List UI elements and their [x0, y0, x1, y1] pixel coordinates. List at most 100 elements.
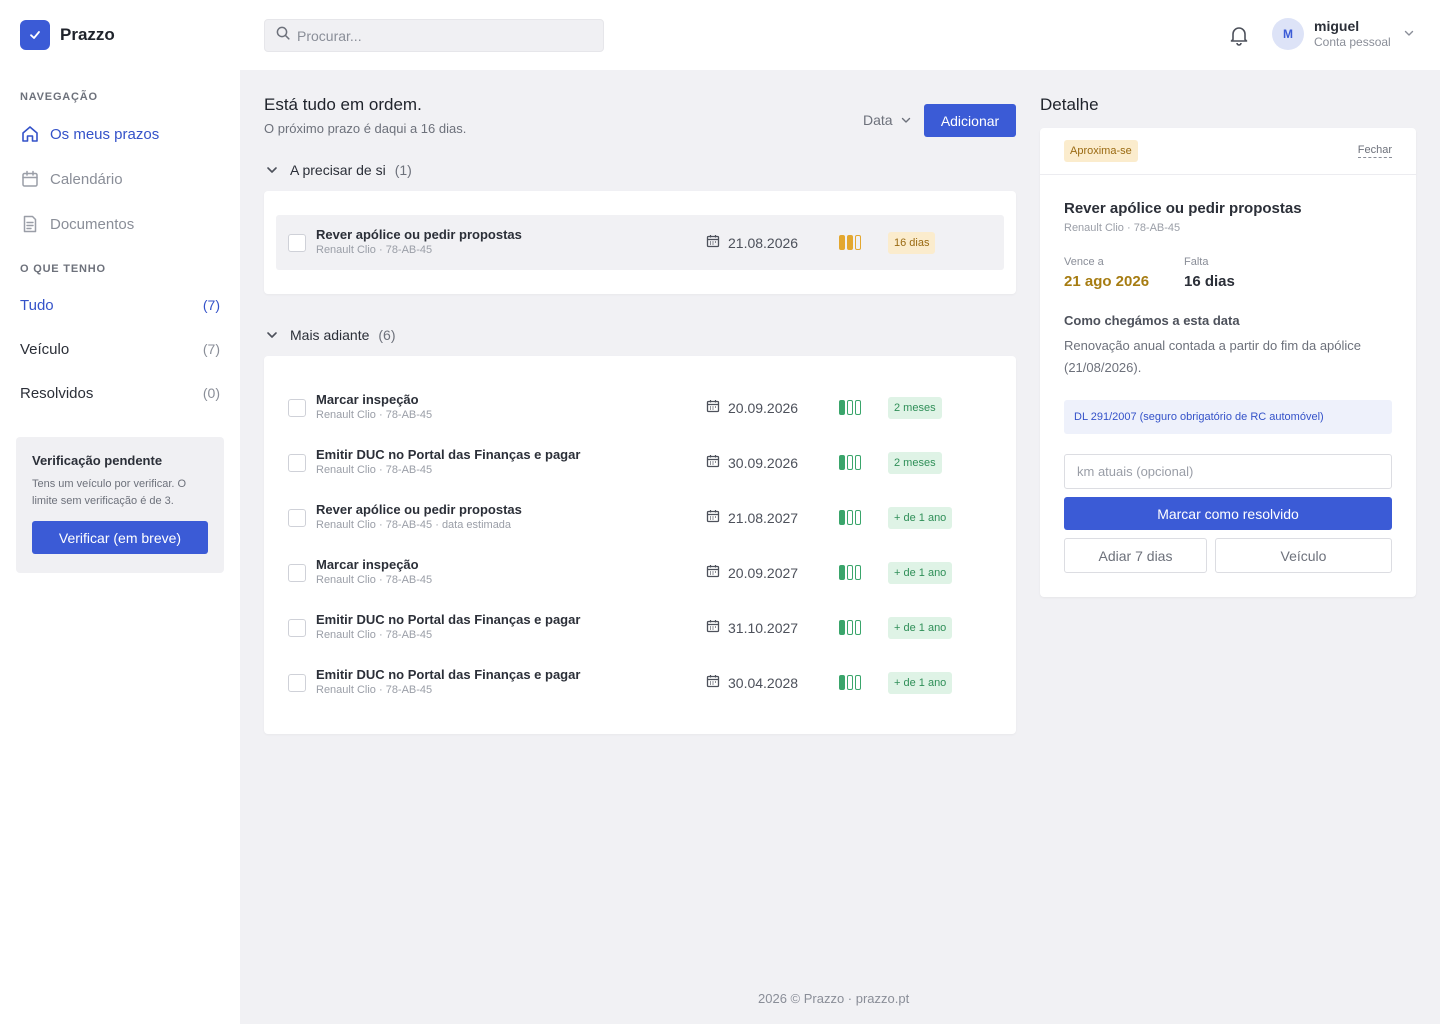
- km-input[interactable]: [1064, 454, 1392, 489]
- status-badge: Aproxima-se: [1064, 140, 1138, 162]
- urgency-segment: [855, 565, 861, 580]
- urgency-segment: [855, 235, 861, 250]
- urgency-indicator: [839, 675, 863, 690]
- sort-dropdown[interactable]: Data: [863, 112, 912, 128]
- group-header-later[interactable]: Mais adiante (6): [266, 327, 396, 343]
- verification-text: Tens um veículo por verificar. O limite …: [32, 478, 187, 507]
- group-header-needs-you[interactable]: A precisar de si (1): [266, 162, 412, 178]
- top-bar: Prazzo M miguel Conta pessoal: [0, 0, 1440, 70]
- search-input[interactable]: [297, 27, 587, 44]
- deadline-date: 30.04.2028: [706, 674, 798, 691]
- document-icon: [20, 214, 40, 234]
- urgency-indicator: [839, 620, 863, 635]
- complete-checkbox[interactable]: [288, 234, 306, 252]
- close-link[interactable]: Fechar: [1357, 144, 1392, 158]
- sidebar-item-my-deadlines[interactable]: Os meus prazos: [20, 124, 159, 144]
- deadline-date-text: 20.09.2027: [728, 564, 799, 581]
- bell-icon[interactable]: [1228, 24, 1250, 51]
- deadline-row[interactable]: Emitir DUC no Portal das Finanças e paga…: [276, 600, 1004, 655]
- complete-checkbox[interactable]: [288, 509, 306, 527]
- group-label: A precisar de si: [290, 162, 386, 178]
- deadline-row[interactable]: Emitir DUC no Portal das Finanças e paga…: [276, 435, 1004, 490]
- deadline-date: 20.09.2026: [706, 399, 798, 416]
- filter-resolved[interactable]: Resolvidos (0): [20, 385, 220, 402]
- complete-checkbox[interactable]: [288, 454, 306, 472]
- urgency-segment: [839, 455, 845, 470]
- detail-title: Rever apólice ou pedir propostas: [1064, 200, 1302, 217]
- filter-vehicle[interactable]: Veículo (7): [20, 341, 220, 358]
- time-left-badge: + de 1 ano: [888, 507, 953, 529]
- complete-checkbox[interactable]: [288, 564, 306, 582]
- deadline-subtitle: Renault Clio · 78-AB-45: [316, 574, 433, 586]
- deadline-row[interactable]: Rever apólice ou pedir propostas Renault …: [276, 490, 1004, 545]
- complete-checkbox[interactable]: [288, 674, 306, 692]
- deadline-row[interactable]: Marcar inspeção Renault Clio · 78-AB-45 20…: [276, 545, 1004, 600]
- user-info: miguel Conta pessoal: [1314, 17, 1391, 50]
- calendar-icon: [20, 169, 40, 189]
- filter-label: Resolvidos: [20, 385, 94, 402]
- detail-subtitle: Renault Clio · 78-AB-45: [1064, 222, 1181, 234]
- time-left-badge: + de 1 ano: [888, 672, 953, 694]
- detail-heading: Detalhe: [1040, 95, 1099, 114]
- urgency-segment: [839, 235, 845, 250]
- sidebar-item-documents[interactable]: Documentos: [20, 214, 134, 234]
- check-icon: [20, 20, 50, 50]
- urgency-segment: [855, 510, 861, 525]
- deadline-title: Rever apólice ou pedir propostas: [316, 502, 522, 517]
- verify-button[interactable]: Verificar (em breve): [32, 521, 208, 554]
- page-title: Está tudo em ordem.: [264, 95, 422, 114]
- group-label: Mais adiante: [290, 327, 370, 343]
- filter-all[interactable]: Tudo (7): [20, 297, 220, 314]
- urgency-segment: [847, 565, 853, 580]
- urgency-segment: [855, 455, 861, 470]
- deadline-subtitle: Renault Clio · 78-AB-45: [316, 684, 433, 696]
- calendar-icon: [706, 234, 728, 251]
- urgency-segment: [847, 620, 853, 635]
- deadline-title: Marcar inspeção: [316, 557, 419, 572]
- sidebar-item-calendar[interactable]: Calendário: [20, 169, 123, 189]
- app-logo[interactable]: Prazzo: [20, 20, 115, 50]
- group-count: (6): [378, 327, 396, 343]
- calendar-icon: [706, 509, 728, 526]
- time-left-badge: 16 dias: [888, 232, 936, 254]
- urgency-segment: [839, 675, 845, 690]
- user-account: Conta pessoal: [1314, 35, 1391, 49]
- group-card-later: Marcar inspeção Renault Clio · 78-AB-45 20…: [264, 356, 1016, 734]
- deadline-subtitle: Renault Clio · 78-AB-45 · data estimada: [316, 519, 512, 531]
- home-icon: [20, 124, 40, 144]
- search-icon: [276, 26, 290, 45]
- filter-count: (7): [202, 297, 220, 313]
- search-box[interactable]: [264, 19, 604, 52]
- user-name: miguel: [1314, 18, 1360, 34]
- complete-checkbox[interactable]: [288, 619, 306, 637]
- vehicle-button[interactable]: Veículo: [1215, 538, 1392, 573]
- deadline-title: Rever apólice ou pedir propostas: [316, 227, 522, 242]
- urgency-segment: [839, 400, 845, 415]
- deadline-date-text: 21.08.2026: [728, 234, 799, 251]
- deadline-row[interactable]: Rever apólice ou pedir propostas Renault …: [276, 215, 1004, 270]
- chevron-down-icon: [901, 117, 910, 123]
- deadline-date-text: 20.09.2026: [728, 399, 799, 416]
- add-button[interactable]: Adicionar: [924, 104, 1016, 137]
- explanation-text: Renovação anual contada a partir do fim …: [1064, 338, 1362, 375]
- deadline-subtitle: Renault Clio · 78-AB-45: [316, 244, 433, 256]
- postpone-button[interactable]: Adiar 7 dias: [1064, 538, 1207, 573]
- law-reference-link[interactable]: DL 291/2007 (seguro obrigatório de RC au…: [1064, 400, 1392, 434]
- time-left-badge: 2 meses: [888, 397, 942, 419]
- verification-title: Verificação pendente: [32, 453, 163, 468]
- chevron-down-icon: [1403, 26, 1415, 44]
- time-left-badge: + de 1 ano: [888, 617, 953, 639]
- urgency-segment: [847, 455, 853, 470]
- deadline-row[interactable]: Marcar inspeção Renault Clio · 78-AB-45 20…: [276, 380, 1004, 435]
- deadline-row[interactable]: Emitir DUC no Portal das Finanças e paga…: [276, 655, 1004, 710]
- urgency-segment: [839, 510, 845, 525]
- remaining-label: Falta: [1184, 256, 1209, 268]
- group-card-needs-you: Rever apólice ou pedir propostas Renault …: [264, 191, 1016, 294]
- resolve-button[interactable]: Marcar como resolvido: [1064, 497, 1392, 530]
- deadline-date: 30.09.2026: [706, 454, 798, 471]
- due-label: Vence a: [1064, 256, 1104, 268]
- calendar-icon: [706, 399, 728, 416]
- complete-checkbox[interactable]: [288, 399, 306, 417]
- user-menu[interactable]: M miguel Conta pessoal: [1272, 17, 1415, 50]
- deadline-date: 20.09.2027: [706, 564, 798, 581]
